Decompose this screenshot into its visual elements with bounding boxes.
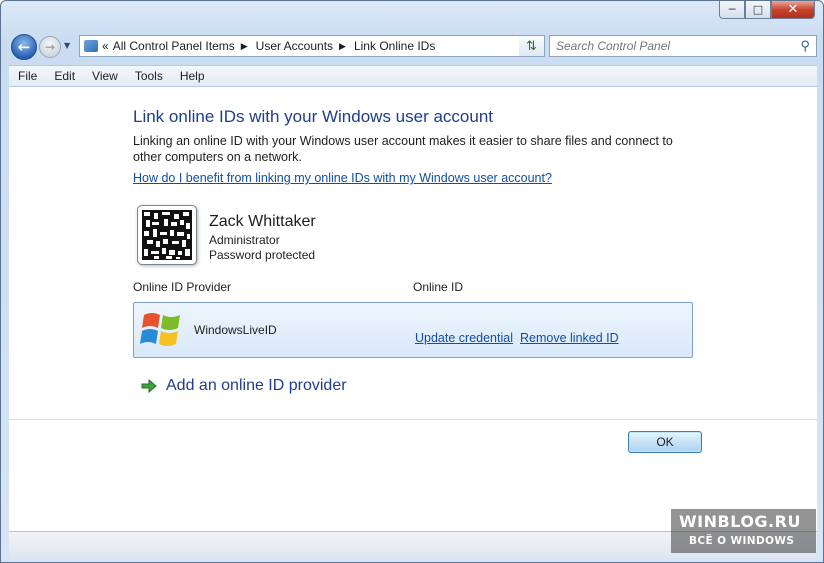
add-provider-link[interactable]: Add an online ID provider xyxy=(141,377,347,395)
watermark-subtitle: ВСЁ О WINDOWS xyxy=(689,535,795,547)
divider xyxy=(9,419,817,420)
breadcrumb-item-link-online-ids[interactable]: Link Online IDs xyxy=(354,39,435,53)
maximize-button[interactable]: □ xyxy=(745,1,771,19)
menu-help[interactable]: Help xyxy=(171,69,213,83)
breadcrumb-item-all-control-panel-items[interactable]: All Control Panel Items xyxy=(113,39,235,53)
search-input[interactable] xyxy=(550,38,788,54)
ok-button[interactable]: OK xyxy=(628,431,702,453)
windows-logo-icon xyxy=(140,309,186,356)
navigation-bar: ← → ▼ « All Control Panel Items ▶ User A… xyxy=(9,34,817,60)
menu-tools[interactable]: Tools xyxy=(126,69,171,83)
search-box[interactable]: ⚲ xyxy=(549,35,817,57)
back-button[interactable]: ← xyxy=(11,34,37,60)
remove-linked-id-link[interactable]: Remove linked ID xyxy=(520,331,619,345)
refresh-icon: ⇅ xyxy=(526,38,537,54)
refresh-button[interactable]: ⇅ xyxy=(519,35,545,57)
watermark-title: WINBLOG.RU xyxy=(679,512,801,531)
close-icon: ✕ xyxy=(787,2,799,17)
recent-pages-dropdown-icon[interactable]: ▼ xyxy=(64,41,70,50)
add-provider-label: Add an online ID provider xyxy=(166,377,347,394)
content-pane: Link online IDs with your Windows user a… xyxy=(9,87,817,531)
provider-row[interactable]: WindowsLiveID Update credential Remove l… xyxy=(133,302,693,358)
window-frame: ─ □ ✕ ← → ▼ « All Control Panel Items ▶ … xyxy=(0,0,824,563)
ok-label: OK xyxy=(656,435,674,449)
breadcrumb-item-user-accounts[interactable]: User Accounts xyxy=(256,39,333,53)
column-header-online-id: Online ID xyxy=(413,280,464,294)
watermark: WINBLOG.RU ВСЁ О WINDOWS xyxy=(671,509,816,553)
user-avatar xyxy=(137,205,197,265)
address-bar[interactable]: « All Control Panel Items ▶ User Account… xyxy=(79,35,545,57)
forward-button[interactable]: → xyxy=(39,36,61,58)
control-panel-icon xyxy=(84,40,98,52)
user-password-status: Password protected xyxy=(209,248,316,262)
breadcrumb-overflow[interactable]: « xyxy=(102,39,109,53)
menu-edit[interactable]: Edit xyxy=(45,69,83,83)
user-name: Zack Whittaker xyxy=(209,213,316,230)
column-header-provider: Online ID Provider xyxy=(133,280,232,294)
page-description: Linking an online ID with your Windows u… xyxy=(133,134,673,164)
avatar-picture xyxy=(142,210,192,260)
minimize-button[interactable]: ─ xyxy=(719,1,745,19)
caption-buttons: ─ □ ✕ xyxy=(719,1,815,19)
menu-file[interactable]: File xyxy=(9,69,45,83)
search-icon[interactable]: ⚲ xyxy=(800,38,810,54)
user-role: Administrator xyxy=(209,233,280,247)
green-arrow-icon xyxy=(141,378,157,394)
breadcrumb-separator-icon[interactable]: ▶ xyxy=(241,41,248,52)
page-title: Link online IDs with your Windows user a… xyxy=(133,107,493,126)
help-link[interactable]: How do I benefit from linking my online … xyxy=(133,171,552,185)
maximize-icon: □ xyxy=(752,3,764,16)
back-arrow-icon: ← xyxy=(17,38,31,56)
provider-name: WindowsLiveID xyxy=(194,323,277,337)
menu-bar: File Edit View Tools Help xyxy=(9,65,817,87)
minimize-icon: ─ xyxy=(728,3,736,16)
breadcrumb-separator-icon[interactable]: ▶ xyxy=(339,41,346,52)
forward-arrow-icon: → xyxy=(44,40,56,54)
menu-view[interactable]: View xyxy=(83,69,126,83)
update-credential-link[interactable]: Update credential xyxy=(415,331,513,345)
close-button[interactable]: ✕ xyxy=(771,1,815,19)
